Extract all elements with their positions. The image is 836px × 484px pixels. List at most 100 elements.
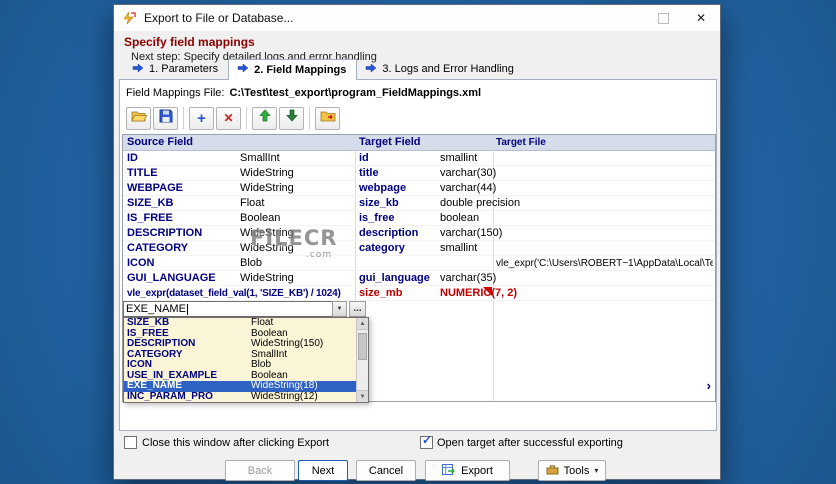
target-field-name: size_mb	[359, 287, 403, 299]
item-type: WideString(150)	[251, 338, 324, 349]
export-label: Export	[461, 464, 493, 477]
move-down-button[interactable]	[279, 106, 304, 130]
maximize-button[interactable]	[646, 5, 680, 31]
toolbar-separator	[246, 107, 247, 129]
mappings-file-row: Field Mappings File: C:\Test\test_export…	[126, 87, 481, 99]
save-mappings-button[interactable]	[153, 106, 178, 130]
open-target-label: Open target after successful exporting	[437, 437, 623, 449]
target-field-type: smallint	[440, 242, 478, 254]
scroll-up-icon: ▲	[359, 320, 366, 327]
source-field-name: ID	[127, 152, 138, 164]
target-file-value: vle_expr('C:\Users\ROBERT~1\AppData\Loca…	[496, 258, 713, 269]
move-up-button[interactable]	[252, 106, 277, 130]
dropdown-item[interactable]: INC_PARAM_PRO WideString(12)	[124, 390, 356, 403]
close-after-export-label: Close this window after clicking Export	[142, 437, 330, 449]
cancel-button[interactable]: Cancel	[356, 460, 416, 481]
tab-parameters[interactable]: 1. Parameters	[124, 59, 228, 80]
open-target-checkbox[interactable]: ✓	[420, 433, 433, 449]
open-mappings-button[interactable]	[126, 106, 151, 130]
dropdown-item[interactable]: DESCRIPTION WideString(150)	[124, 338, 356, 350]
grid-scroll-right-icon[interactable]: ›	[707, 379, 711, 392]
source-field-name: WEBPAGE	[127, 182, 184, 194]
column-header-source-field: Source Field	[127, 136, 194, 148]
table-row[interactable]: SIZE_KB Float size_kb double precision	[123, 196, 715, 211]
table-row[interactable]: ICON Blob vle_expr('C:\Users\ROBERT~1\Ap…	[123, 256, 715, 271]
table-row[interactable]: CATEGORY WideString category smallint	[123, 241, 715, 256]
add-mapping-button[interactable]: +	[189, 106, 214, 130]
item-name: SIZE_KB	[127, 318, 170, 328]
target-field-type: boolean	[440, 212, 480, 224]
item-name: DESCRIPTION	[127, 338, 196, 349]
tab-arrow-icon	[237, 63, 249, 76]
target-field-type: smallint	[440, 152, 478, 164]
back-button[interactable]: Back	[225, 460, 295, 481]
export-dialog: Export to File or Database... ✕ Specify …	[113, 4, 721, 481]
maximize-icon	[657, 12, 669, 24]
page-title: Specify field mappings	[124, 35, 255, 49]
scrollbar-thumb[interactable]	[358, 333, 367, 360]
table-row[interactable]: DESCRIPTION WideString description varch…	[123, 226, 715, 241]
tab-logs-error-handling[interactable]: 3. Logs and Error Handling	[357, 59, 523, 80]
toolbar-separator	[183, 107, 184, 129]
item-type: WideString(12)	[251, 390, 318, 402]
dropdown-item[interactable]: CATEGORY SmallInt	[124, 349, 356, 361]
scroll-down-button[interactable]: ▼	[357, 390, 368, 402]
source-field-name: ICON	[127, 257, 155, 269]
target-field-name: gui_language	[359, 272, 430, 284]
target-field-name: id	[359, 152, 369, 164]
folder-export-button[interactable]	[315, 106, 340, 130]
dropdown-items: SIZE_KB Float IS_FREE Boolean DESCRIPTIO…	[124, 318, 356, 402]
table-row[interactable]: TITLE WideString title varchar(30)	[123, 166, 715, 181]
tab-field-mappings[interactable]: 2. Field Mappings	[228, 59, 358, 80]
watermark: FILECR .com	[250, 226, 337, 260]
type-mismatch-marker	[483, 287, 492, 296]
tools-button[interactable]: Tools ▾	[538, 460, 606, 481]
dropdown-item[interactable]: ICON Blob	[124, 359, 356, 371]
column-header-target-field: Target Field	[359, 136, 421, 148]
source-field-name: CATEGORY	[127, 242, 189, 254]
target-field-name: title	[359, 167, 379, 179]
tools-icon	[546, 463, 559, 478]
table-row-expression[interactable]: vle_expr(dataset_field_val(1, 'SIZE_KB')…	[123, 286, 715, 301]
ellipsis-icon: ...	[353, 303, 362, 314]
tab-label: 1. Parameters	[149, 63, 219, 75]
item-type: WideString(18)	[251, 380, 318, 391]
expression-builder-button[interactable]: ...	[349, 301, 366, 317]
table-row[interactable]: WEBPAGE WideString webpage varchar(44)	[123, 181, 715, 196]
target-field-name: category	[359, 242, 405, 254]
source-field-edit-input[interactable]: EXE_NAME	[123, 301, 333, 317]
dropdown-scrollbar[interactable]: ▲ ▼	[356, 318, 368, 402]
edit-value: EXE_NAME	[126, 303, 186, 315]
arrow-up-icon	[258, 109, 271, 127]
tab-arrow-icon	[365, 62, 377, 76]
close-button[interactable]: ✕	[684, 5, 718, 31]
field-mappings-grid: Source Field Target Field Target File ID…	[122, 134, 716, 403]
titlebar[interactable]: Export to File or Database... ✕	[114, 5, 720, 31]
scroll-down-icon: ▼	[359, 393, 366, 400]
text-caret	[186, 303, 188, 315]
target-field-type: varchar(30)	[440, 167, 497, 179]
grid-header-row: Source Field Target Field Target File	[123, 135, 715, 151]
source-field-type: WideString	[240, 167, 294, 179]
dropdown-item-selected[interactable]: EXE_NAME WideString(18)	[124, 380, 356, 392]
source-field-type: Boolean	[240, 212, 281, 224]
scroll-up-button[interactable]: ▲	[357, 318, 368, 330]
close-after-export-checkbox[interactable]	[124, 436, 137, 449]
export-button[interactable]: Export	[425, 460, 510, 481]
dropdown-item[interactable]: SIZE_KB Float	[124, 318, 356, 329]
table-row[interactable]: ID SmallInt id smallint	[123, 151, 715, 166]
target-field-type: NUMERIC(7, 2)	[440, 287, 518, 299]
target-field-name: webpage	[359, 182, 407, 194]
mappings-file-path: C:\Test\test_export\program_FieldMapping…	[229, 87, 482, 99]
next-button[interactable]: Next	[298, 460, 348, 481]
delete-mapping-button[interactable]: ✕	[216, 106, 241, 130]
source-field-name: SIZE_KB	[127, 197, 174, 209]
field-dropdown-button[interactable]: ▼	[332, 301, 347, 317]
target-field-type: double precision	[440, 197, 521, 209]
table-row[interactable]: IS_FREE Boolean is_free boolean	[123, 211, 715, 226]
open-folder-icon	[130, 109, 147, 128]
table-row[interactable]: GUI_LANGUAGE WideString gui_language var…	[123, 271, 715, 286]
tab-arrow-icon	[132, 62, 144, 76]
item-name: INC_PARAM_PRO	[127, 390, 213, 402]
next-label: Next	[311, 464, 335, 477]
